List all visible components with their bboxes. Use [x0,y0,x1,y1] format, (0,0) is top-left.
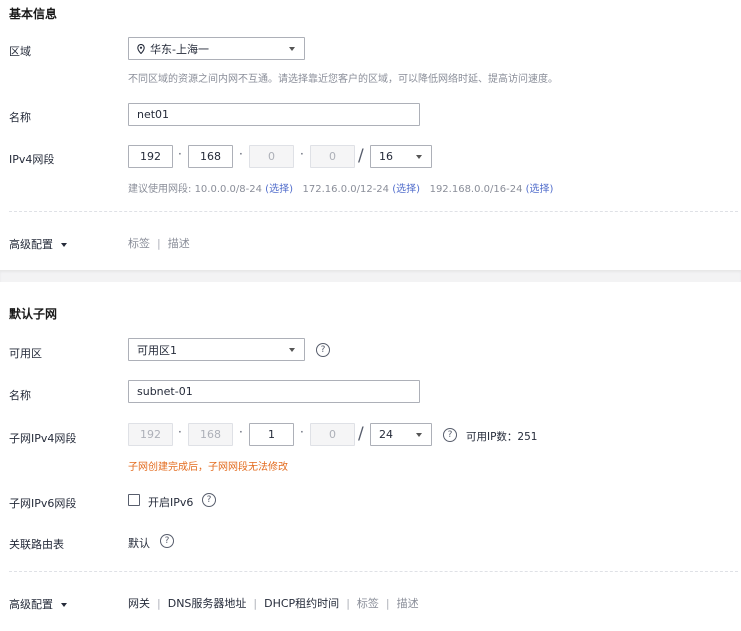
tab-tags[interactable]: 标签 [128,237,150,250]
tab-separator: | [157,237,161,250]
ip-dot: · [178,425,182,439]
ip-octet-2-value: 168 [200,150,221,163]
route-table-label: 关联路由表 [9,538,64,551]
subnet-ip-octet-1: 192 [128,423,173,446]
tab-separator: | [346,597,350,610]
triangle-down-icon [61,243,67,247]
ip-octet-1[interactable]: 192 [128,145,173,168]
az-select-value: 可用区1 [137,343,177,357]
route-table-value: 默认 [128,537,150,550]
az-select[interactable]: 可用区1 [128,338,305,361]
help-icon[interactable]: ? [160,534,174,548]
suggest-range-2: 172.16.0.0/12-24 [302,184,390,195]
subnet-ip-octet-4-value: 0 [329,428,336,441]
name-label: 名称 [9,111,31,124]
subnet-name-input[interactable]: subnet-01 [128,380,420,403]
ip-octet-1-value: 192 [140,150,161,163]
triangle-down-icon [61,603,67,607]
available-ip-count: 可用IP数：251 [466,431,538,443]
suggest-select-link-1[interactable]: (选择) [265,184,293,195]
ipv6-checkbox[interactable] [128,494,140,506]
mask-select[interactable]: 16 [370,145,432,168]
advanced-toggle-subnet[interactable]: 高级配置 [9,596,67,612]
mask-slash: / [358,424,364,444]
divider [9,211,738,212]
tab-dhcp-lease[interactable]: DHCP租约时间 [264,597,339,610]
subnet-ip-octet-1-value: 192 [140,428,161,441]
ip-dot: · [239,425,243,439]
tab-description[interactable]: 描述 [168,237,190,250]
section-title-subnet: 默认子网 [9,307,58,321]
suggest-range-1: 10.0.0.0/8-24 [194,184,262,195]
tab-description[interactable]: 描述 [397,597,419,610]
name-input[interactable]: net01 [128,103,420,126]
suggest-select-link-2[interactable]: (选择) [392,184,420,195]
advanced-label: 高级配置 [9,238,53,251]
ip-octet-3-value: 0 [268,150,275,163]
subnet-mask-select[interactable]: 24 [370,423,432,446]
ip-dot: · [300,425,304,439]
tab-separator: | [253,597,258,610]
ip-dot: · [178,147,182,161]
subnet-ipv4-label: 子网IPv4网段 [9,432,77,445]
subnet-name-input-value: subnet-01 [137,385,193,398]
subnet-name-label: 名称 [9,389,31,402]
subnet-ip-octet-3[interactable]: 1 [249,423,294,446]
tab-gateway[interactable]: 网关 [128,597,150,610]
divider [9,571,738,572]
region-select-value: 华东-上海一 [150,42,209,56]
subnet-mask-select-value: 24 [379,428,393,441]
suggested-ranges: 建议使用网段: 10.0.0.0/8-24 (选择) 172.16.0.0/12… [128,180,553,195]
az-label: 可用区 [9,347,42,360]
region-hint: 不同区域的资源之间内网不互通。请选择靠近您客户的区域，可以降低网络时延、提高访问… [128,74,558,85]
ip-octet-3: 0 [249,145,294,168]
subnet-ip-octet-4: 0 [310,423,355,446]
mask-select-value: 16 [379,150,393,163]
suggest-range-3: 192.168.0.0/16-24 [429,184,523,195]
chevron-down-icon [289,47,295,51]
region-label: 区域 [9,45,31,58]
ip-octet-4: 0 [310,145,355,168]
suggest-prefix: 建议使用网段: [128,184,192,195]
subnet-warning: 子网创建完成后，子网网段无法修改 [128,462,288,473]
ip-octet-4-value: 0 [329,150,336,163]
chevron-down-icon [416,155,422,159]
tab-separator: | [157,597,161,610]
advanced-label: 高级配置 [9,598,53,611]
region-select[interactable]: 华东-上海一 [128,37,305,60]
section-gap [0,270,741,282]
help-icon[interactable]: ? [316,343,330,357]
tab-tags[interactable]: 标签 [357,597,379,610]
name-input-value: net01 [137,108,170,121]
advanced-toggle-basic[interactable]: 高级配置 [9,236,67,252]
tab-separator: | [385,597,390,610]
chevron-down-icon [416,433,422,437]
ipv6-checkbox-label[interactable]: 开启IPv6 [148,494,193,510]
subnet-ipv6-label: 子网IPv6网段 [9,497,77,510]
subnet-ip-octet-2: 168 [188,423,233,446]
mask-slash: / [358,146,364,166]
ip-dot: · [300,147,304,161]
subnet-ip-octet-3-value: 1 [268,428,275,441]
chevron-down-icon [289,348,295,352]
location-pin-icon [137,43,145,54]
ip-octet-2[interactable]: 168 [188,145,233,168]
subnet-ip-octet-2-value: 168 [200,428,221,441]
ip-dot: · [239,147,243,161]
advanced-tabs-basic: 标签 | 描述 [128,235,190,251]
help-icon[interactable]: ? [443,428,457,442]
help-icon[interactable]: ? [202,493,216,507]
suggest-select-link-3[interactable]: (选择) [526,184,554,195]
tab-dns-servers[interactable]: DNS服务器地址 [168,597,247,610]
advanced-tabs-subnet: 网关 | DNS服务器地址 | DHCP租约时间 | 标签 | 描述 [128,595,419,611]
section-title-basic: 基本信息 [9,7,58,21]
ipv4-label: IPv4网段 [9,153,55,166]
